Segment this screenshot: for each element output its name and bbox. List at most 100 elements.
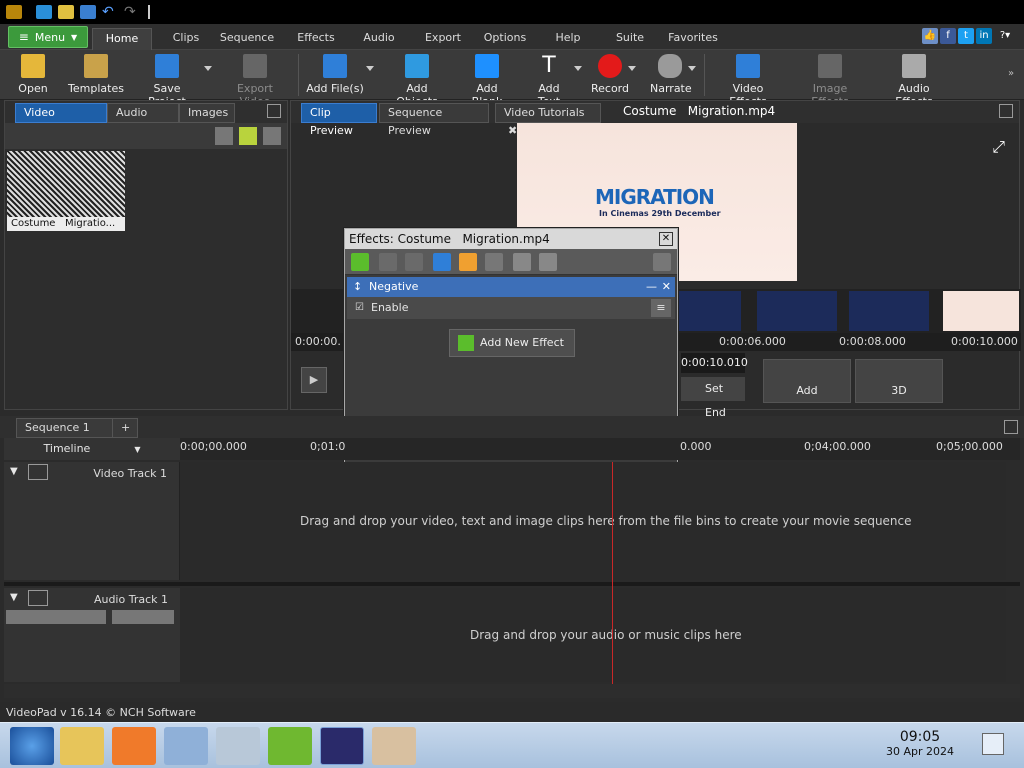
new-project-icon[interactable] — [36, 5, 52, 19]
timeline-scrollbar[interactable] — [4, 684, 1020, 698]
export-video-button[interactable]: Export Video — [222, 52, 288, 108]
tab-video-files[interactable]: Video Files(2) — [15, 103, 107, 137]
tab-images[interactable]: Images — [179, 103, 235, 123]
thumbs-up-icon[interactable]: 👍 — [922, 28, 938, 44]
add-blank-button[interactable]: Add Blank — [460, 52, 514, 108]
move-down-icon[interactable] — [513, 253, 531, 271]
clock-time: 09:05 — [899, 729, 941, 745]
tab-video-tutorials[interactable]: Video Tutorials ✖ — [495, 103, 601, 137]
reorder-icon[interactable]: ↕ — [353, 277, 362, 297]
volume-slider[interactable] — [6, 610, 106, 624]
open-button[interactable]: Open — [12, 52, 54, 98]
tab-sequence-preview[interactable]: Sequence Preview — [379, 103, 489, 137]
effect-menu-icon[interactable]: ≡ — [651, 299, 671, 317]
effect-header[interactable]: ↕ Negative — ✕ — [347, 277, 675, 297]
templates-button[interactable]: Templates — [68, 52, 124, 98]
minimize-icon[interactable]: — — [646, 277, 657, 297]
add-effect-icon[interactable] — [351, 253, 369, 271]
save-project-button[interactable]: Save Project — [134, 52, 212, 108]
save-effects-icon[interactable] — [433, 253, 451, 271]
effect-settings-icon[interactable] — [653, 253, 671, 271]
add-objects-button[interactable]: Add Objects — [386, 52, 448, 108]
fullscreen-icon[interactable]: ⤢ — [992, 137, 1005, 157]
tab-effects[interactable]: Effects — [290, 28, 342, 50]
3d-button[interactable]: 3D — [855, 359, 943, 403]
undock-icon[interactable] — [1004, 420, 1018, 434]
redo-icon[interactable]: ↷ — [124, 5, 140, 19]
tab-audio-files[interactable]: Audio Files — [107, 103, 179, 137]
delete-icon[interactable] — [215, 127, 233, 145]
add-new-effect-button[interactable]: Add New Effect — [449, 329, 575, 357]
add-files-button[interactable]: Add File(s) — [306, 52, 374, 98]
narrate-button[interactable]: Narrate — [650, 52, 696, 98]
track-divider[interactable] — [4, 582, 1020, 586]
record-button[interactable]: Record — [590, 52, 636, 98]
recycle-bin-icon[interactable] — [216, 727, 260, 765]
tab-audio[interactable]: Audio — [358, 28, 400, 50]
menu-button[interactable]: ≡ Menu ▼ — [8, 26, 88, 48]
clip-name[interactable]: Costume Migratio... — [7, 217, 125, 231]
tab-options[interactable]: Options — [480, 28, 530, 50]
clip-thumbnail[interactable] — [7, 151, 125, 217]
file-explorer-icon[interactable] — [60, 727, 104, 765]
cloud-icon[interactable] — [268, 727, 312, 765]
undock-icon[interactable] — [267, 104, 281, 118]
tab-suite[interactable]: Suite — [610, 28, 650, 50]
save-icon[interactable] — [80, 5, 96, 19]
tab-clip-preview[interactable]: Clip Preview — [301, 103, 377, 137]
eye-icon[interactable] — [28, 464, 48, 480]
tab-help[interactable]: Help — [548, 28, 588, 50]
tab-sequence-1[interactable]: Sequence 1 ✖ — [16, 418, 116, 452]
play-button[interactable]: ▶ — [301, 367, 327, 393]
toolbar-overflow-icon[interactable]: » — [1008, 68, 1014, 79]
firefox-icon[interactable] — [112, 727, 156, 765]
enable-checkbox[interactable]: ☑ — [355, 297, 364, 319]
add-text-button[interactable]: TAdd Text — [526, 52, 582, 108]
tab-clips[interactable]: Clips — [166, 28, 206, 50]
open-folder-icon[interactable] — [58, 5, 74, 19]
close-tab-icon[interactable]: ✖ — [508, 124, 517, 137]
timeline-ruler[interactable]: 0:00;00.000 0;01:0 0.000 0;04;00.000 0;0… — [180, 438, 1020, 460]
add-sequence-button[interactable]: + — [112, 418, 138, 438]
notifications-icon[interactable] — [982, 733, 1004, 755]
tab-home[interactable]: Home — [92, 28, 152, 50]
audio-track-area[interactable]: Drag and drop your audio or music clips … — [180, 588, 1006, 682]
audio-effects-button[interactable]: Audio Effects — [878, 52, 950, 108]
twitter-icon[interactable]: t — [958, 28, 974, 44]
remove-effect-icon[interactable]: ✕ — [662, 277, 671, 297]
undo-icon[interactable]: ↶ — [102, 5, 118, 19]
tab-sequence[interactable]: Sequence — [218, 28, 276, 50]
start-button[interactable] — [10, 727, 54, 765]
collapse-icon[interactable]: ▼ — [10, 466, 18, 477]
add-effect-preset-icon[interactable] — [379, 253, 397, 271]
taskbar: 09:05 30 Apr 2024 — [0, 722, 1024, 768]
close-icon[interactable]: ✕ — [659, 232, 673, 246]
image-effects-button[interactable]: Image Effects — [794, 52, 866, 108]
move-up-icon[interactable] — [539, 253, 557, 271]
collapse-icon[interactable]: ▼ — [10, 592, 18, 603]
wine-icon[interactable] — [372, 727, 416, 765]
remove-effect-icon[interactable] — [405, 253, 423, 271]
tab-favorites[interactable]: Favorites — [664, 28, 722, 50]
facebook-icon[interactable]: f — [940, 28, 956, 44]
undock-icon[interactable] — [999, 104, 1013, 118]
crop-effect-icon[interactable] — [485, 253, 503, 271]
video-track-area[interactable]: Drag and drop your video, text and image… — [180, 462, 1006, 580]
video-effects-button[interactable]: Video Effects — [714, 52, 782, 108]
playhead[interactable] — [612, 462, 613, 684]
end-time[interactable]: 0:00:10.010 — [681, 353, 748, 373]
linkedin-icon[interactable]: in — [976, 28, 992, 44]
help-icon[interactable]: ?▾ — [994, 28, 1016, 44]
videopad-taskbar-icon[interactable] — [320, 727, 364, 765]
clock[interactable]: 09:05 30 Apr 2024 — [880, 729, 960, 758]
timeline-label[interactable]: Timeline ▼ — [4, 438, 180, 460]
tab-export[interactable]: Export — [420, 28, 466, 50]
list-view-icon[interactable] — [263, 127, 281, 145]
new-folder-icon[interactable] — [239, 127, 257, 145]
speaker-icon[interactable] — [28, 590, 48, 606]
edit-effect-icon[interactable] — [459, 253, 477, 271]
pan-slider[interactable] — [112, 610, 174, 624]
set-end-button[interactable]: Set End — [681, 377, 745, 419]
add-to-sequence-button[interactable]: Add — [763, 359, 851, 403]
control-panel-icon[interactable] — [164, 727, 208, 765]
